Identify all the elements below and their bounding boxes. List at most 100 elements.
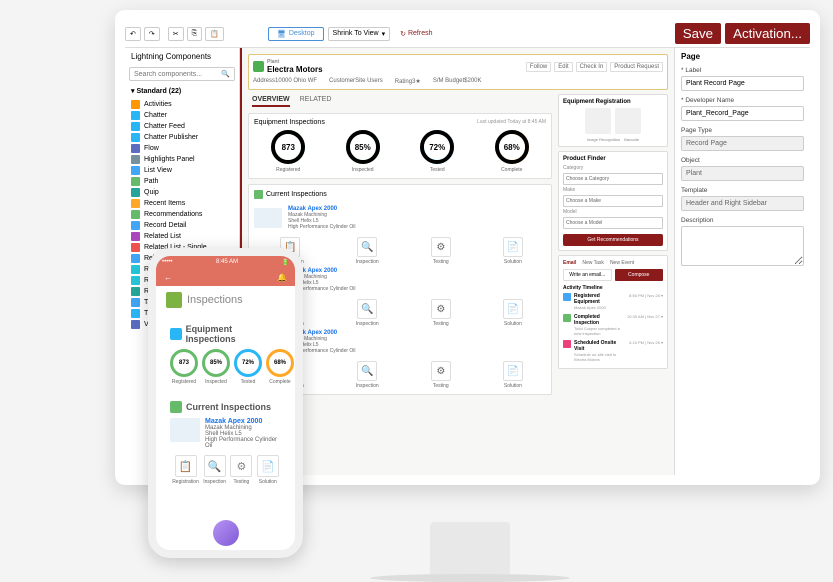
paste-button[interactable]: 📋 — [205, 27, 224, 41]
inspection-action[interactable]: 🔍Inspection — [356, 361, 379, 389]
tab-newtask[interactable]: New Task — [582, 260, 604, 266]
zoom-select[interactable]: Shrink To View▾ — [328, 27, 391, 41]
component-item[interactable]: Activities — [125, 99, 239, 110]
tab-overview[interactable]: OVERVIEW — [252, 96, 290, 107]
component-item[interactable]: Path — [125, 176, 239, 187]
undo-button[interactable]: ↶ — [125, 27, 141, 41]
component-item[interactable]: Recent Items — [125, 198, 239, 209]
label-input[interactable] — [681, 76, 804, 91]
copy-button[interactable]: ⎘ — [187, 27, 203, 41]
compose-button[interactable]: Compose — [615, 269, 664, 281]
standard-header[interactable]: ▾ Standard (22) — [125, 83, 239, 99]
refresh-button[interactable]: ↻ Refresh — [400, 30, 432, 38]
inspection-action[interactable]: 📄Solution — [503, 299, 523, 327]
write-email-button[interactable]: Write an email... — [563, 269, 612, 281]
timeline-icon — [563, 314, 571, 322]
component-icon — [131, 298, 140, 307]
component-item[interactable]: List View — [125, 165, 239, 176]
cut-button[interactable]: ✂ — [168, 27, 184, 41]
product-finder-card[interactable]: Product Finder Category Choose a Categor… — [558, 151, 668, 251]
tab-newevent[interactable]: New Event — [610, 260, 634, 266]
equipment-inspections-card[interactable]: Equipment Inspections Last updated Today… — [248, 113, 552, 179]
header-field: S/M Budget$200K — [433, 78, 482, 85]
device-selector[interactable]: 🖥 Desktop — [268, 27, 324, 41]
phone-action[interactable]: ⚙Testing — [230, 455, 252, 485]
component-icon — [131, 210, 140, 219]
search-icon: 🔍 — [221, 70, 230, 78]
header-field: Address10000 Ohio WF — [253, 78, 317, 85]
equipment-registration-card[interactable]: Equipment Registration Image Recognition… — [558, 94, 668, 147]
record-title: Electra Motors — [267, 65, 323, 74]
tab-email[interactable]: Email — [563, 260, 576, 266]
pagetype-field: Record Page — [681, 136, 804, 151]
list-icon — [170, 401, 182, 413]
phone-metric: 873Registered — [170, 349, 198, 385]
plant-icon — [253, 61, 264, 72]
component-icon — [131, 188, 140, 197]
component-icon — [131, 232, 140, 241]
model-select[interactable]: Choose a Model — [563, 217, 663, 229]
phone-action[interactable]: 📋Registration — [172, 455, 199, 485]
component-icon — [131, 221, 140, 230]
mobile-phone: •••••8:45 AM🔋 ← 🔔 Inspections Equipment … — [148, 248, 303, 558]
phone-equipment-card[interactable]: Equipment Inspections 873Registered85%In… — [164, 318, 287, 391]
inspection-action[interactable]: ⚙Testing — [431, 299, 451, 327]
tab-related[interactable]: RELATED — [300, 96, 332, 107]
activation-button[interactable]: Activation... — [725, 23, 810, 44]
search-input[interactable] — [134, 71, 221, 78]
component-item[interactable]: Highlights Panel — [125, 154, 239, 165]
header-action[interactable]: Product Request — [610, 62, 663, 72]
activity-card[interactable]: Email New Task New Event Write an email.… — [558, 255, 668, 369]
header-action[interactable]: Check In — [576, 62, 608, 72]
component-icon — [131, 265, 140, 274]
get-recommendations-button[interactable]: Get Recommendations — [563, 234, 663, 246]
phone-metric: 68%Complete — [266, 349, 294, 385]
bell-icon[interactable]: 🔔 — [277, 273, 287, 282]
component-item[interactable]: Chatter Publisher — [125, 132, 239, 143]
header-field: CustomerSite Users — [329, 78, 383, 85]
component-item[interactable]: Record Detail — [125, 220, 239, 231]
component-item[interactable]: Recommendations — [125, 209, 239, 220]
phone-action[interactable]: 📄Solution — [257, 455, 279, 485]
phone-current-card[interactable]: Current Inspections Mazak Apex 2000 Maza… — [164, 395, 287, 491]
devname-input[interactable] — [681, 106, 804, 121]
header-action[interactable]: Follow — [526, 62, 551, 72]
home-button[interactable] — [213, 520, 239, 546]
metric-donut: 873Registered — [271, 130, 305, 173]
back-icon[interactable]: ← — [164, 273, 172, 282]
inspection-action[interactable]: ⚙Testing — [431, 237, 451, 265]
save-button[interactable]: Save — [675, 23, 721, 44]
barcode-icon[interactable] — [615, 108, 641, 134]
image-recognition-icon[interactable] — [585, 108, 611, 134]
timeline-item[interactable]: Completed InspectionTodd Cooper complete… — [563, 312, 663, 338]
header-field: Rating3★ — [395, 78, 421, 85]
inspection-action[interactable]: 📄Solution — [503, 361, 523, 389]
metric-donut: 85%Inspected — [346, 130, 380, 173]
inspection-action[interactable]: ⚙Testing — [431, 361, 451, 389]
component-icon — [131, 177, 140, 186]
component-search[interactable]: 🔍 — [129, 67, 235, 81]
chevron-down-icon: ▾ — [382, 30, 386, 38]
machine-thumb — [254, 208, 282, 228]
inspection-action[interactable]: 🔍Inspection — [356, 237, 379, 265]
record-header[interactable]: Plant Electra Motors FollowEditCheck InP… — [248, 54, 668, 90]
phone-action[interactable]: 🔍Inspection — [203, 455, 226, 485]
inspection-action[interactable]: 🔍Inspection — [356, 299, 379, 327]
component-item[interactable]: Related List — [125, 231, 239, 242]
component-item[interactable]: Chatter — [125, 110, 239, 121]
inspection-action[interactable]: 📄Solution — [503, 237, 523, 265]
timeline-item[interactable]: Registered EquipmentMazak Apex 20008:56 … — [563, 291, 663, 312]
header-action[interactable]: Edit — [554, 62, 572, 72]
machine-thumb — [170, 418, 200, 442]
redo-button[interactable]: ↷ — [144, 27, 160, 41]
component-icon — [131, 155, 140, 164]
inspection-row[interactable]: Mazak Apex 2000Mazak MachiningShell Heli… — [254, 203, 546, 233]
make-select[interactable]: Choose a Make — [563, 195, 663, 207]
component-item[interactable]: Flow — [125, 143, 239, 154]
component-item[interactable]: Chatter Feed — [125, 121, 239, 132]
category-select[interactable]: Choose a Category — [563, 173, 663, 185]
component-item[interactable]: Quip — [125, 187, 239, 198]
description-input[interactable] — [681, 226, 804, 266]
timeline-item[interactable]: Scheduled Onsite VisitSchedule on-site v… — [563, 338, 663, 364]
component-icon — [131, 166, 140, 175]
